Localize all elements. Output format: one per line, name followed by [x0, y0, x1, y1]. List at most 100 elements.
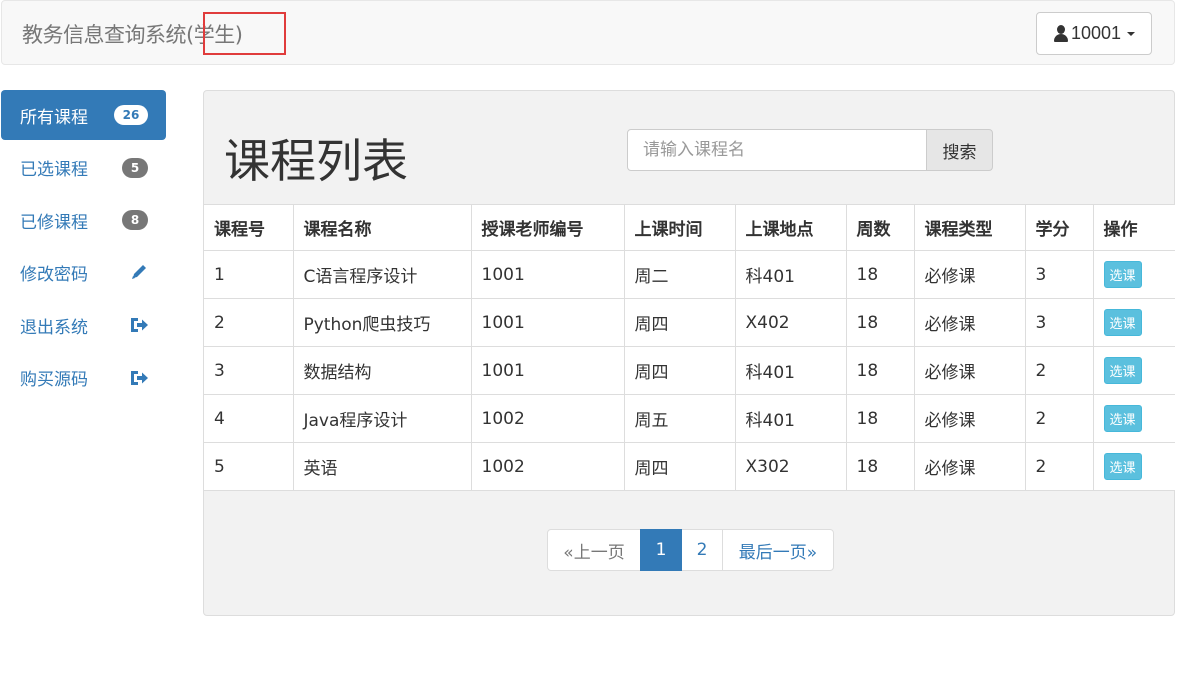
table-cell: 1001	[470, 346, 625, 395]
column-header: 课程类型	[913, 204, 1026, 251]
table-cell: 必修课	[913, 442, 1026, 491]
column-header: 学分	[1024, 204, 1094, 251]
table-cell: 5	[204, 442, 294, 491]
column-header: 上课时间	[623, 204, 736, 251]
table-cell: 1	[204, 250, 294, 299]
table-cell: 2	[1024, 394, 1094, 443]
table-cell: 18	[845, 442, 915, 491]
caret-down-icon	[1127, 31, 1136, 36]
sidebar-item-buy-source[interactable]: 购买源码	[1, 353, 166, 403]
table-cell: 英语	[292, 442, 472, 491]
table-cell: 科401	[734, 394, 847, 443]
sidebar-nav: 所有课程 26 已选课程 5 已修课程 8 修改密码 退出系统 购买源码	[1, 90, 166, 405]
table-cell: 周四	[623, 442, 736, 491]
sidebar-item-label: 已选课程	[20, 160, 88, 180]
table-cell: 周五	[623, 394, 736, 443]
table-row: 4 Java程序设计 1002 周五 科401 18 必修课 2 选课	[204, 394, 1175, 443]
table-cell: X402	[734, 298, 847, 347]
sidebar-item-all-courses[interactable]: 所有课程 26	[1, 90, 166, 140]
table-cell: 必修课	[913, 250, 1026, 299]
logout-icon	[131, 370, 148, 385]
sidebar-item-logout[interactable]: 退出系统	[1, 300, 166, 350]
table-cell: 必修课	[913, 394, 1026, 443]
table-cell: 1001	[470, 250, 625, 299]
sidebar-item-label: 所有课程	[20, 107, 88, 128]
select-course-button[interactable]: 选课	[1103, 309, 1142, 336]
table-row: 5 英语 1002 周四 X302 18 必修课 2 选课	[204, 442, 1175, 491]
table-cell: 18	[845, 250, 915, 299]
table-cell: 1002	[470, 394, 625, 443]
sidebar-item-label: 修改密码	[20, 265, 88, 285]
count-badge: 8	[122, 210, 148, 230]
select-course-button[interactable]: 选课	[1103, 261, 1142, 288]
table-cell: 2	[1024, 442, 1094, 491]
course-list-panel: 课程列表 搜索 课程号 课程名称 授课老师编号 上课时间 上课地点 周数 课程类…	[203, 90, 1175, 616]
sidebar-item-label: 已修课程	[20, 212, 88, 233]
sidebar-item-label: 退出系统	[20, 317, 88, 338]
logout-icon	[131, 318, 148, 332]
table-cell: 数据结构	[292, 346, 472, 395]
top-navbar: 教务信息查询系统(学生) 10001	[1, 0, 1175, 65]
table-cell: 周四	[623, 346, 736, 395]
column-header: 课程号	[204, 204, 294, 251]
table-cell: 选课	[1092, 394, 1175, 443]
table-row: 3 数据结构 1001 周四 科401 18 必修课 2 选课	[204, 346, 1175, 395]
pagination: «上一页 1 2 最后一页»	[547, 529, 834, 571]
pencil-icon	[132, 264, 146, 279]
table-cell: 3	[1024, 250, 1094, 299]
table-cell: Java程序设计	[292, 394, 472, 443]
page-link-1[interactable]: 1	[640, 529, 682, 571]
table-cell: 3	[204, 346, 294, 395]
table-cell: 周二	[623, 250, 736, 299]
user-menu-button[interactable]: 10001	[1036, 12, 1152, 55]
last-page-link[interactable]: 最后一页»	[722, 529, 834, 571]
course-search-input[interactable]	[627, 129, 927, 171]
table-cell: 周四	[623, 298, 736, 347]
table-cell: 选课	[1092, 442, 1175, 491]
page-link-2[interactable]: 2	[681, 529, 723, 571]
table-cell: 1002	[470, 442, 625, 491]
table-cell: 必修课	[913, 346, 1026, 395]
prev-page-link[interactable]: «上一页	[547, 529, 641, 571]
table-cell: 必修课	[913, 298, 1026, 347]
column-header: 操作	[1092, 204, 1175, 251]
table-cell: 2	[1024, 346, 1094, 395]
table-cell: 18	[845, 346, 915, 395]
table-cell: 3	[1024, 298, 1094, 347]
sidebar-item-completed-courses[interactable]: 已修课程 8	[1, 195, 166, 245]
page-title: 课程列表	[224, 134, 408, 188]
select-course-button[interactable]: 选课	[1103, 453, 1142, 480]
sidebar-item-selected-courses[interactable]: 已选课程 5	[1, 143, 166, 193]
table-cell: 科401	[734, 250, 847, 299]
role-highlight-box	[203, 12, 286, 55]
table-cell: 18	[845, 394, 915, 443]
table-cell: 1001	[470, 298, 625, 347]
table-cell: 选课	[1092, 298, 1175, 347]
table-cell: Python爬虫技巧	[292, 298, 472, 347]
sidebar-item-label: 购买源码	[20, 370, 88, 390]
column-header: 课程名称	[292, 204, 472, 251]
table-cell: C语言程序设计	[292, 250, 472, 299]
table-cell: 科401	[734, 346, 847, 395]
search-button[interactable]: 搜索	[926, 129, 993, 171]
select-course-button[interactable]: 选课	[1103, 405, 1142, 432]
brand-main: 教务信息查询系统	[22, 23, 187, 47]
table-cell: 4	[204, 394, 294, 443]
sidebar-item-change-password[interactable]: 修改密码	[1, 248, 166, 298]
count-badge: 5	[122, 157, 148, 178]
table-row: 1 C语言程序设计 1001 周二 科401 18 必修课 3 选课	[204, 250, 1175, 299]
table-row: 2 Python爬虫技巧 1001 周四 X402 18 必修课 3 选课	[204, 298, 1175, 347]
count-badge: 26	[114, 105, 148, 125]
column-header: 授课老师编号	[470, 204, 625, 251]
user-icon	[1053, 24, 1069, 43]
table-cell: 18	[845, 298, 915, 347]
column-header: 周数	[845, 204, 915, 251]
table-cell: X302	[734, 442, 847, 491]
course-table: 课程号 课程名称 授课老师编号 上课时间 上课地点 周数 课程类型 学分 操作 …	[204, 204, 1175, 491]
table-cell: 选课	[1092, 250, 1175, 299]
table-cell: 选课	[1092, 346, 1175, 395]
column-header: 上课地点	[734, 204, 847, 251]
select-course-button[interactable]: 选课	[1103, 357, 1142, 384]
table-header-row: 课程号 课程名称 授课老师编号 上课时间 上课地点 周数 课程类型 学分 操作	[204, 204, 1175, 251]
table-cell: 2	[204, 298, 294, 347]
